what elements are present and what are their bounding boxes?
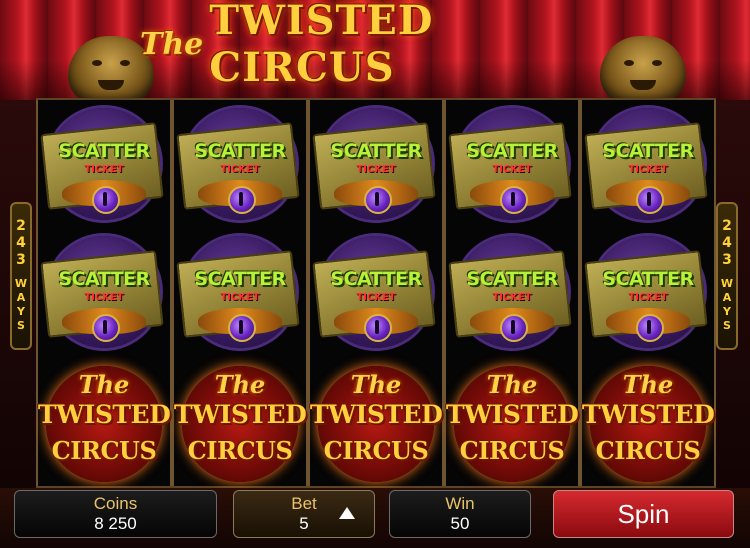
scatter-ticket-symbol: SCATTER TICKET: [310, 102, 442, 230]
bet-button[interactable]: Bet 5: [233, 490, 375, 538]
logo-the-text: The: [350, 370, 402, 399]
circus-logo-symbol: The TWISTED CIRCUS: [582, 358, 715, 486]
scatter-text: SCATTER: [602, 268, 694, 290]
ways-indicator-left: 243 WAYS: [10, 202, 32, 350]
scatter-ticket-symbol: SCATTER TICKET: [174, 230, 306, 358]
scatter-ticket-symbol: SCATTER TICKET: [582, 102, 714, 230]
eye-gem-icon: [364, 186, 392, 214]
eye-gem-icon: [364, 314, 392, 342]
scatter-ticket-symbol: SCATTER TICKET: [582, 230, 714, 358]
coins-value: 8 250: [94, 514, 137, 533]
reel-1: SCATTER TICKET SCATTER TICKET The TWISTED CIRC…: [36, 100, 172, 486]
bet-increase-arrow-icon[interactable]: [339, 507, 355, 519]
reel-4: SCATTER TICKET SCATTER TICKET The TWISTED CIRC…: [444, 100, 580, 486]
ticket-text: TICKET: [492, 292, 532, 303]
lion-eye: [120, 60, 130, 66]
scatter-ticket-symbol: SCATTER TICKET: [38, 102, 170, 230]
scatter-ticket-symbol: SCATTER TICKET: [446, 230, 578, 358]
logo-twisted-text: TWISTED: [38, 400, 171, 429]
logo-twisted-text: TWISTED: [582, 400, 715, 429]
scatter-ticket-symbol: SCATTER TICKET: [310, 230, 442, 358]
ticket-text: TICKET: [84, 164, 124, 175]
lion-eye: [624, 60, 634, 66]
scatter-ticket-symbol: SCATTER TICKET: [174, 102, 306, 230]
scatter-text: SCATTER: [330, 140, 422, 162]
circus-logo-symbol: The TWISTED CIRCUS: [38, 358, 171, 486]
coins-panel: Coins 8 250: [14, 490, 217, 538]
logo-the-text: The: [486, 370, 538, 399]
ticket-text: TICKET: [356, 292, 396, 303]
lion-head-right-icon: [600, 36, 686, 104]
lion-mouth: [98, 80, 124, 90]
ways-number: 243: [719, 218, 735, 269]
logo-twisted-text: TWISTED: [310, 400, 443, 429]
eye-gem-icon: [92, 314, 120, 342]
logo-twisted-text: TWISTED: [446, 400, 579, 429]
eye-gem-icon: [228, 186, 256, 214]
bet-value: 5: [299, 514, 309, 533]
circus-logo-symbol: The TWISTED CIRCUS: [310, 358, 443, 486]
ticket-text: TICKET: [628, 164, 668, 175]
bet-label: Bet: [291, 494, 317, 513]
spin-button[interactable]: Spin: [553, 490, 734, 538]
coins-label: Coins: [93, 494, 138, 513]
eye-gem-icon: [636, 314, 664, 342]
reel-5: SCATTER TICKET SCATTER TICKET The TWISTED CIRC…: [580, 100, 716, 486]
logo-circus-text: CIRCUS: [459, 436, 565, 465]
ticket-text: TICKET: [628, 292, 668, 303]
scatter-ticket-symbol: SCATTER TICKET: [38, 230, 170, 358]
reel-2: SCATTER TICKET SCATTER TICKET The TWISTED CIRC…: [172, 100, 308, 486]
scatter-text: SCATTER: [194, 140, 286, 162]
logo-the-text: The: [214, 370, 266, 399]
game-title: The TWISTED CIRCUS: [140, 0, 610, 91]
logo-twisted-text: TWISTED: [174, 400, 307, 429]
scatter-text: SCATTER: [330, 268, 422, 290]
logo-circus-text: CIRCUS: [51, 436, 157, 465]
eye-gem-icon: [92, 186, 120, 214]
ticket-text: TICKET: [492, 164, 532, 175]
lion-eye: [652, 60, 662, 66]
eye-gem-icon: [636, 186, 664, 214]
win-value: 50: [450, 514, 470, 533]
logo-circus-text: CIRCUS: [595, 436, 701, 465]
scatter-text: SCATTER: [58, 268, 150, 290]
logo-circus-text: CIRCUS: [187, 436, 293, 465]
logo-circus-text: CIRCUS: [323, 436, 429, 465]
scatter-ticket-symbol: SCATTER TICKET: [446, 102, 578, 230]
ways-indicator-right: 243 WAYS: [716, 202, 738, 350]
scatter-text: SCATTER: [466, 140, 558, 162]
circus-logo-symbol: The TWISTED CIRCUS: [446, 358, 579, 486]
lion-eye: [92, 60, 102, 66]
logo-the-text: The: [78, 370, 130, 399]
circus-logo-symbol: The TWISTED CIRCUS: [174, 358, 307, 486]
win-label: Win: [445, 494, 475, 513]
scatter-text: SCATTER: [194, 268, 286, 290]
game-title-prefix: The: [140, 26, 204, 62]
lion-mouth: [630, 80, 656, 90]
ways-label: WAYS: [720, 277, 734, 333]
ticket-text: TICKET: [220, 292, 260, 303]
eye-gem-icon: [228, 314, 256, 342]
control-bar: Coins 8 250 Bet 5 Win 50 Spin: [0, 488, 750, 548]
eye-gem-icon: [500, 186, 528, 214]
win-panel: Win 50: [389, 490, 531, 538]
reel-grid: SCATTER TICKET SCATTER TICKET The TWISTED CIRC…: [36, 98, 716, 488]
scatter-text: SCATTER: [466, 268, 558, 290]
eye-gem-icon: [500, 314, 528, 342]
game-title-main: TWISTED CIRCUS: [209, 0, 434, 91]
scatter-text: SCATTER: [602, 140, 694, 162]
ticket-text: TICKET: [356, 164, 396, 175]
scatter-text: SCATTER: [58, 140, 150, 162]
ticket-text: TICKET: [220, 164, 260, 175]
ways-number: 243: [13, 218, 29, 269]
ticket-text: TICKET: [84, 292, 124, 303]
ways-label: WAYS: [14, 277, 28, 333]
logo-the-text: The: [622, 370, 674, 399]
reel-3: SCATTER TICKET SCATTER TICKET The TWISTED CIRC…: [308, 100, 444, 486]
